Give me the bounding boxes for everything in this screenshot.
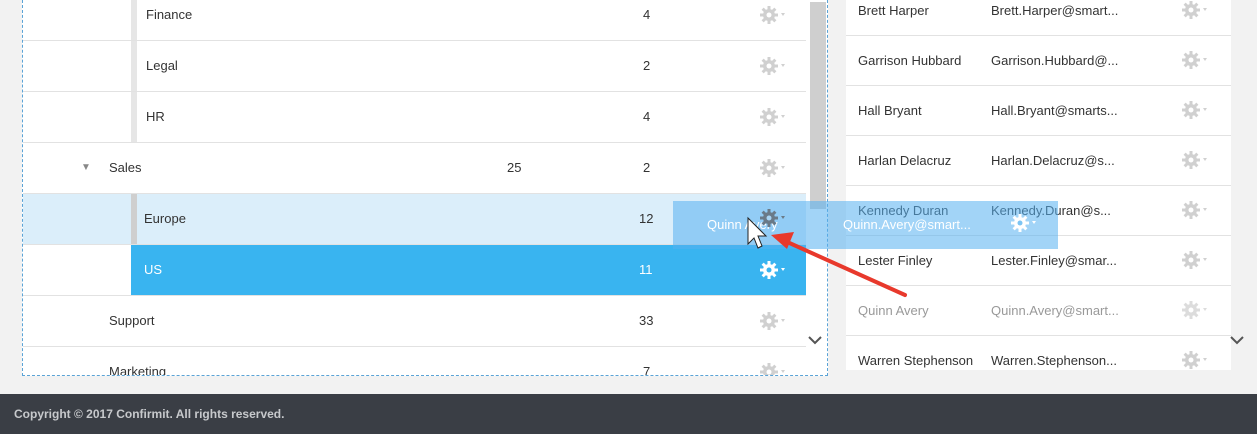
department-name: Support (109, 313, 155, 328)
user-name: Hall Bryant (858, 103, 922, 118)
page-footer: Copyright © 2017 Confirmit. All rights r… (0, 394, 1257, 434)
table-row[interactable]: Marketing 7 (23, 347, 806, 376)
gear-dropdown-icon[interactable] (760, 362, 790, 375)
user-name: Quinn Avery (858, 303, 929, 318)
gear-dropdown-icon[interactable] (1182, 50, 1212, 70)
department-count: 4 (643, 109, 651, 124)
user-name: Brett Harper (858, 3, 929, 18)
indent-bar (131, 92, 137, 142)
table-row[interactable]: Hall Bryant Hall.Bryant@smarts... (846, 86, 1231, 136)
department-count: 11 (639, 262, 653, 277)
scrollbar-thumb[interactable] (810, 2, 826, 209)
department-count: 33 (639, 313, 654, 328)
gear-dropdown-icon[interactable] (1182, 150, 1212, 170)
department-name: Legal (146, 58, 178, 73)
table-row[interactable]: Brett Harper Brett.Harper@smart... (846, 0, 1231, 36)
gear-dropdown-icon[interactable] (1182, 350, 1212, 370)
gear-dropdown-icon[interactable] (1182, 300, 1212, 320)
department-name: Europe (144, 211, 186, 226)
department-name: US (144, 262, 163, 277)
gear-dropdown-icon[interactable] (760, 158, 790, 178)
gear-dropdown-icon[interactable] (760, 311, 790, 331)
table-row[interactable]: Warren Stephenson Warren.Stephenson... (846, 336, 1231, 370)
gear-dropdown-icon[interactable] (760, 56, 790, 76)
user-name: Warren Stephenson (858, 353, 974, 368)
table-row[interactable]: US 11 (23, 245, 806, 296)
gear-dropdown-icon[interactable] (1182, 0, 1212, 20)
user-email: Garrison.Hubbard@... (991, 53, 1119, 68)
indent-bar (131, 0, 137, 40)
gear-dropdown-icon (1011, 213, 1041, 236)
table-row[interactable]: Garrison Hubbard Garrison.Hubbard@... (846, 36, 1231, 86)
gear-dropdown-icon[interactable] (1182, 250, 1212, 270)
drag-ghost-email: Quinn.Avery@smart... (843, 217, 971, 232)
user-name: Harlan Delacruz (858, 153, 952, 168)
table-row[interactable]: Harlan Delacruz Harlan.Delacruz@s... (846, 136, 1231, 186)
department-count: 7 (643, 364, 651, 376)
table-row[interactable]: Support 33 (23, 296, 806, 347)
department-count: 4 (643, 7, 651, 22)
table-row[interactable]: ▼ Sales 25 2 (23, 143, 806, 194)
table-row[interactable]: Quinn Avery Quinn.Avery@smart... (846, 286, 1231, 336)
indent-bar (131, 41, 137, 91)
table-row[interactable]: HR 4 (23, 92, 806, 143)
users-grid: Brett Harper Brett.Harper@smart... Garri… (846, 0, 1231, 370)
caret-down-icon[interactable]: ▼ (81, 143, 91, 193)
gear-dropdown-icon[interactable] (760, 208, 790, 231)
table-row[interactable]: Finance 4 (23, 0, 806, 41)
user-email: Warren.Stephenson... (991, 353, 1117, 368)
departments-grid: Finance 4 Legal 2 HR 4 ▼ Sales 25 2 Euro… (22, 0, 828, 376)
gear-dropdown-icon[interactable] (760, 107, 790, 127)
department-count: 2 (643, 160, 651, 175)
gear-dropdown-icon[interactable] (760, 260, 790, 280)
indent-bar (131, 194, 137, 244)
user-email: Brett.Harper@smart... (991, 3, 1119, 18)
department-count: 12 (639, 211, 654, 226)
user-email: Harlan.Delacruz@s... (991, 153, 1115, 168)
gear-dropdown-icon[interactable] (1182, 200, 1212, 220)
department-name: Finance (146, 7, 193, 22)
department-name: Marketing (109, 364, 167, 376)
table-row[interactable]: Legal 2 (23, 41, 806, 92)
department-name: HR (146, 109, 165, 124)
department-count: 2 (643, 58, 651, 73)
gear-dropdown-icon[interactable] (1182, 100, 1212, 120)
selection-highlight (131, 245, 806, 295)
user-email: Hall.Bryant@smarts... (991, 103, 1118, 118)
department-total: 25 (507, 160, 522, 175)
chevron-down-icon[interactable] (1230, 332, 1244, 350)
user-email: Quinn.Avery@smart... (991, 303, 1119, 318)
department-name: Sales (109, 160, 142, 175)
user-name: Garrison Hubbard (858, 53, 962, 68)
gear-dropdown-icon[interactable] (760, 5, 790, 25)
drag-ghost-row: Quinn Avery Quinn.Avery@smart... (673, 201, 1058, 249)
vertical-scrollbar[interactable] (806, 0, 827, 375)
chevron-down-icon[interactable] (808, 332, 822, 350)
copyright-text: Copyright © 2017 Confirmit. All rights r… (14, 407, 285, 421)
